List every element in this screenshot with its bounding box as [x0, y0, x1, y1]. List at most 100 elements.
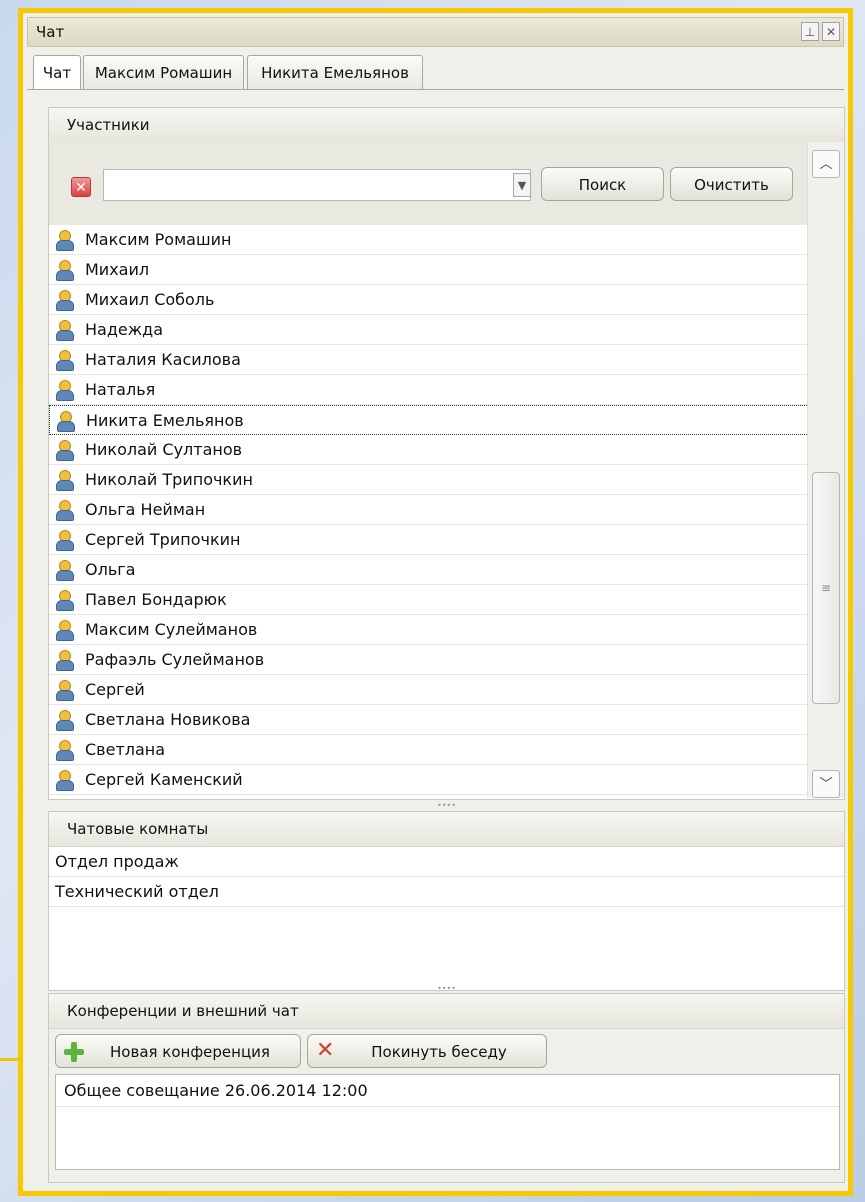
user-name: Никита Емельянов [86, 411, 244, 430]
user-icon [55, 320, 74, 341]
user-name: Светлана [85, 740, 166, 759]
user-icon [55, 530, 74, 551]
list-item[interactable]: Павел Бондарюк [49, 585, 809, 615]
clear-search-icon[interactable]: ✕ [71, 177, 91, 197]
user-name: Сергей Трипочкин [85, 530, 241, 549]
user-icon [55, 380, 74, 401]
user-icon [55, 230, 74, 251]
conferences-panel: Конференции и внешний чат Новая конферен… [48, 993, 845, 1183]
user-icon [55, 560, 74, 581]
list-item[interactable]: Михаил Соболь [49, 285, 809, 315]
user-icon [55, 290, 74, 311]
list-item[interactable]: Сергей Каменский [49, 765, 809, 795]
user-icon [55, 650, 74, 671]
window-title: Чат [36, 23, 65, 41]
list-item[interactable]: Николай Султанов [49, 435, 809, 465]
user-icon [55, 440, 74, 461]
close-button[interactable]: ✕ [822, 22, 840, 41]
user-name: Михаил Соболь [85, 290, 215, 309]
user-name: Михаил [85, 260, 150, 279]
search-dropdown-button[interactable]: ▼ [513, 173, 531, 197]
user-name: Надежда [85, 320, 164, 339]
user-icon [55, 620, 74, 641]
plus-icon [64, 1042, 84, 1062]
user-icon [55, 770, 74, 791]
list-item-selected[interactable]: Никита Емельянов [49, 405, 809, 435]
rooms-panel: Чатовые комнаты Отдел продаж Технический… [48, 811, 845, 991]
user-list: Максим Ромашин Михаил Михаил Соболь Наде… [49, 225, 809, 795]
user-name: Максим Ромашин [85, 230, 232, 249]
user-name: Светлана Новикова [85, 710, 251, 729]
scroll-up-button[interactable]: ︿ [812, 150, 840, 178]
participants-panel: Участники ✕ ▼ Поиск Очистить Максим Рома… [48, 107, 845, 800]
chevron-down-icon: ﹀ [819, 777, 833, 792]
room-item[interactable]: Технический отдел [49, 877, 844, 907]
pin-button[interactable]: ⊥ [801, 22, 819, 41]
conference-item[interactable]: Общее совещание 26.06.2014 12:00 [56, 1075, 839, 1107]
clear-button[interactable]: Очистить [670, 167, 793, 201]
splitter-handle[interactable]: •••• [48, 802, 845, 810]
participants-scrollbar[interactable]: ︿ ≡ ﹀ [807, 142, 844, 798]
user-name: Николай Султанов [85, 440, 243, 459]
user-icon [55, 740, 74, 761]
list-item[interactable]: Надежда [49, 315, 809, 345]
new-conference-button[interactable]: Новая конференция [55, 1034, 301, 1068]
list-item[interactable]: Светлана Новикова [49, 705, 809, 735]
list-item[interactable]: Наталья [49, 375, 809, 405]
user-name: Ольга Нейман [85, 500, 206, 519]
title-bar[interactable]: Чат ⊥ ✕ [27, 17, 844, 47]
leave-conversation-button[interactable]: ✕ Покинуть беседу [307, 1034, 547, 1068]
user-name: Рафаэль Сулейманов [85, 650, 265, 669]
list-item[interactable]: Ольга [49, 555, 809, 585]
tab-divider [27, 89, 844, 90]
room-item[interactable]: Отдел продаж [49, 847, 844, 877]
user-name: Максим Сулейманов [85, 620, 258, 639]
user-name: Сергей Каменский [85, 770, 243, 789]
scroll-down-button[interactable]: ﹀ [812, 770, 840, 798]
user-name: Николай Трипочкин [85, 470, 253, 489]
list-item[interactable]: Светлана [49, 735, 809, 765]
new-conference-label: Новая конференция [110, 1043, 270, 1061]
user-icon [55, 500, 74, 521]
user-icon [55, 260, 74, 281]
close-icon: ✕ [825, 25, 837, 39]
list-item[interactable]: Сергей Трипочкин [49, 525, 809, 555]
tab-maxim-romashin[interactable]: Максим Ромашин [83, 55, 244, 89]
conference-list: Общее совещание 26.06.2014 12:00 [55, 1074, 840, 1170]
user-icon [55, 590, 74, 611]
chevron-up-icon: ︿ [819, 157, 833, 172]
user-icon [55, 470, 74, 491]
list-item[interactable]: Михаил [49, 255, 809, 285]
user-name: Наталья [85, 380, 156, 399]
list-item[interactable]: Максим Ромашин [49, 225, 809, 255]
splitter-handle[interactable]: •••• [48, 985, 845, 993]
user-name: Наталия Касилова [85, 350, 241, 369]
list-item[interactable]: Рафаэль Сулейманов [49, 645, 809, 675]
search-button[interactable]: Поиск [541, 167, 664, 201]
list-item[interactable]: Ольга Нейман [49, 495, 809, 525]
pin-icon: ⊥ [804, 25, 816, 39]
conferences-header: Конференции и внешний чат [49, 994, 844, 1029]
user-name: Павел Бондарюк [85, 590, 227, 609]
list-item[interactable]: Сергей [49, 675, 809, 705]
scroll-thumb[interactable]: ≡ [812, 472, 840, 704]
user-icon [55, 680, 74, 701]
red-x-icon: ✕ [316, 1038, 335, 1063]
list-item[interactable]: Максим Сулейманов [49, 615, 809, 645]
rooms-header: Чатовые комнаты [49, 812, 844, 847]
list-item[interactable]: Наталия Касилова [49, 345, 809, 375]
leave-conversation-label: Покинуть беседу [371, 1043, 507, 1061]
search-toolbar: ✕ ▼ Поиск Очистить [49, 142, 809, 225]
user-name: Сергей [85, 680, 145, 699]
chat-window: Чат ⊥ ✕ Чат Максим Ромашин Никита Емелья… [18, 8, 853, 1196]
user-icon [55, 350, 74, 371]
participants-header: Участники [49, 108, 844, 143]
user-icon [56, 411, 75, 432]
list-item[interactable]: Николай Трипочкин [49, 465, 809, 495]
search-input[interactable] [103, 169, 531, 201]
user-icon [55, 710, 74, 731]
chevron-down-icon: ▼ [517, 179, 527, 192]
tab-nikita-emelyanov[interactable]: Никита Емельянов [247, 55, 423, 89]
tab-chat[interactable]: Чат [33, 55, 81, 89]
user-name: Ольга [85, 560, 136, 579]
